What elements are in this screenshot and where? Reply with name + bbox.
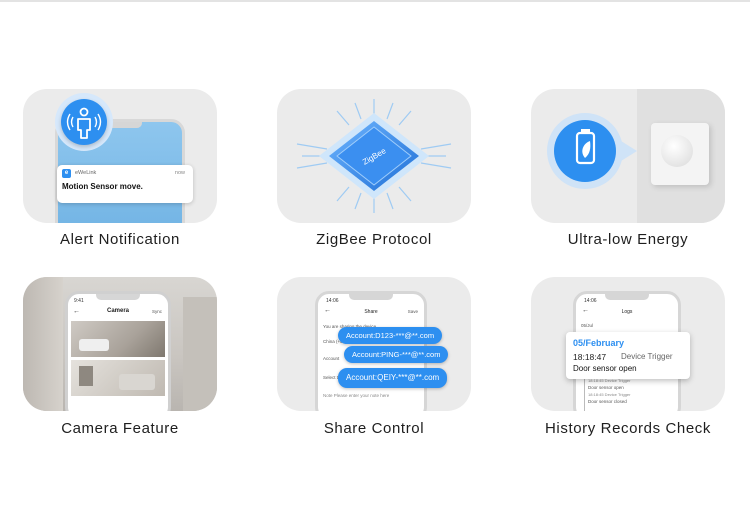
camera-view-1[interactable]: [71, 321, 165, 357]
log-date: 05/February: [573, 338, 625, 348]
account-bubble[interactable]: Account:D123-***@**.com: [338, 327, 443, 344]
log-row: Door sensor closed: [588, 399, 627, 404]
camera-tile: 9:41 ← Camera Sync: [23, 277, 217, 411]
notification-message: Motion Sensor move.: [62, 182, 143, 191]
sensor-lens: [661, 135, 693, 167]
feature-label-energy: Ultra-low Energy: [567, 231, 689, 248]
phone-mockup: 9:41 ← Camera Sync: [65, 291, 171, 411]
status-time: 14:06: [584, 298, 597, 304]
log-event: Door sensor open: [573, 364, 637, 373]
notification-card[interactable]: e eWeLink now Motion Sensor move.: [57, 165, 193, 203]
zigbee-chip-icon: ZigBee: [296, 99, 452, 213]
room-shelf: [183, 297, 217, 411]
form-row[interactable]: Account: [323, 356, 339, 361]
share-action[interactable]: Save: [408, 309, 418, 314]
notification-app-name: eWeLink: [75, 170, 97, 176]
phone-notch: [96, 294, 140, 300]
status-time: 9:41: [74, 298, 84, 304]
room-wall: [23, 277, 63, 411]
phone-notch: [605, 294, 649, 300]
phone-notch: [349, 294, 393, 300]
feature-label-history: History Records Check: [545, 420, 711, 437]
motion-person-icon: [61, 99, 107, 145]
camera-view-2[interactable]: [71, 360, 165, 396]
share-tile: 14:06 ← Share Save You are sharing the d…: [277, 277, 471, 411]
feature-label-alert: Alert Notification: [59, 231, 180, 248]
status-time: 14:06: [326, 298, 339, 304]
account-bubble[interactable]: Account:QEIY-***@**.com: [338, 368, 448, 388]
app-logo-icon: e: [62, 169, 71, 178]
log-clock: 18:18:47: [573, 352, 607, 362]
alert-notification-tile: e eWeLink now Motion Sensor move.: [23, 89, 217, 223]
notification-time: now: [174, 170, 185, 176]
log-row: Door sensor open: [588, 385, 624, 390]
log-date-header: 05/Jul: [581, 323, 594, 328]
chair-image: [79, 366, 93, 386]
battery-leaf-icon: [547, 113, 637, 189]
camera-action[interactable]: Sync: [152, 309, 162, 314]
zigbee-tile: ZigBee: [277, 89, 471, 223]
form-row[interactable]: Note Please enter your note here: [323, 393, 389, 398]
log-row: 18:18:45 Device Trigger: [588, 392, 631, 397]
feature-label-share: Share Control: [323, 420, 425, 437]
bed-image: [119, 374, 155, 390]
log-entry-card[interactable]: 05/February 18:18:47 Device Trigger Door…: [566, 332, 690, 379]
motion-sensor-device: [651, 123, 709, 185]
feature-label-zigbee: ZigBee Protocol: [316, 231, 432, 248]
logs-title: Logs: [621, 309, 633, 315]
history-tile: 14:06 ← Logs 05/Jul Door sensor closed 1…: [531, 277, 725, 411]
feature-label-camera: Camera Feature: [61, 420, 179, 437]
account-bubble[interactable]: Account:PING-***@**.com: [344, 346, 449, 363]
log-trigger: Device Trigger: [621, 352, 673, 361]
energy-tile: [531, 89, 725, 223]
top-divider: [0, 0, 750, 2]
sofa-image: [79, 339, 109, 351]
